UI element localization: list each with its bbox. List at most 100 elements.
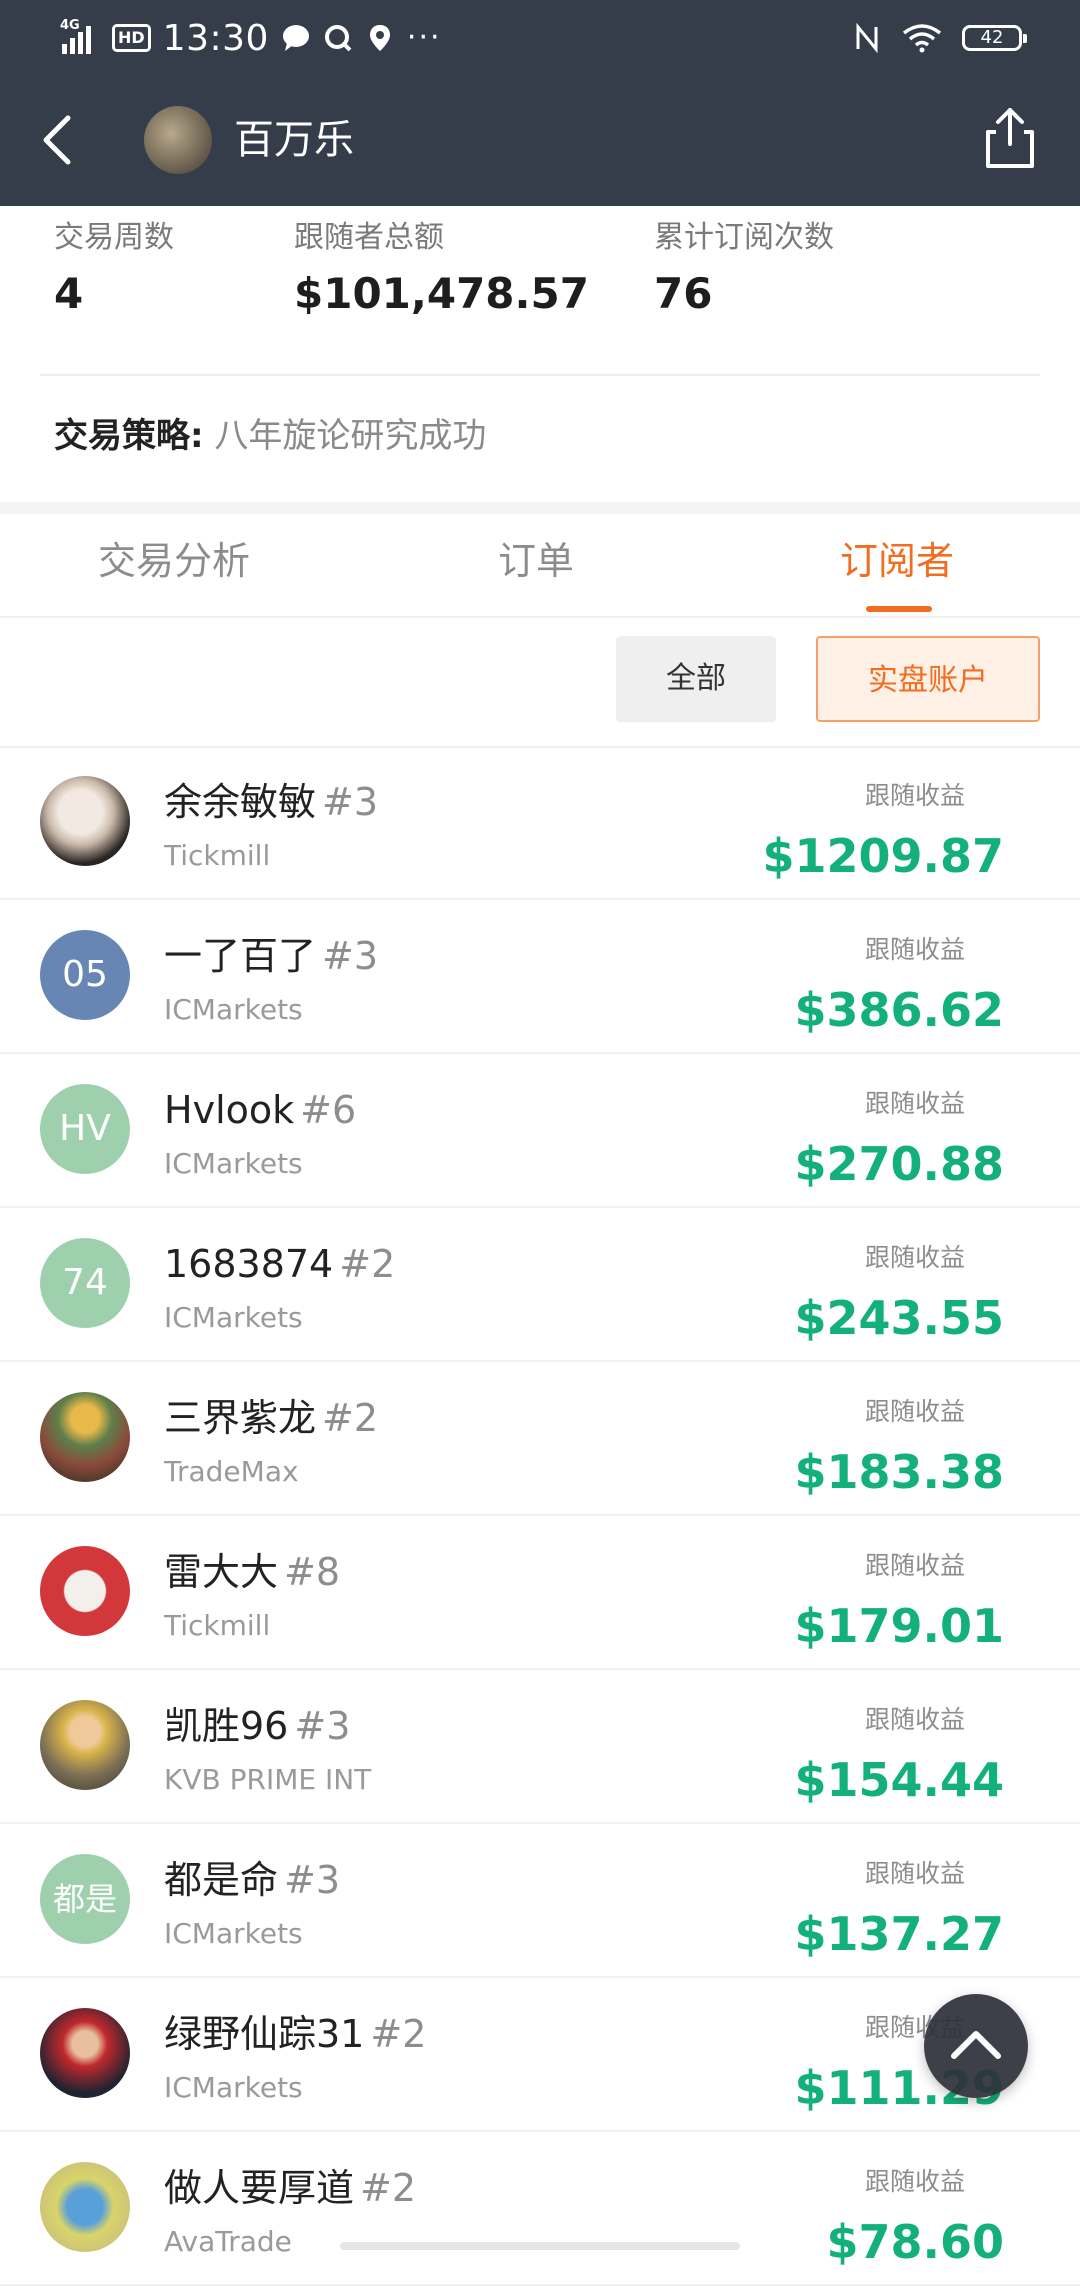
rank-text: #6: [300, 1088, 357, 1132]
rank-text: #3: [294, 1704, 351, 1748]
chat-bubble-icon: [282, 25, 309, 51]
list-item[interactable]: 做人要厚道 #2 AvaTrade 跟随收益 $78.60: [0, 2132, 1080, 2286]
broker-name: TradeMax: [164, 1455, 299, 1488]
profit-label: 跟随收益: [864, 2167, 965, 2196]
rank-text: #8: [284, 1550, 341, 1594]
profit-label: 跟随收益: [864, 935, 965, 964]
avatar: [40, 1700, 130, 1790]
avatar: [40, 2008, 130, 2098]
tab-trade-analysis[interactable]: 交易分析: [98, 534, 250, 588]
name-text: 凯胜96: [164, 1704, 289, 1748]
list-item[interactable]: HV Hvlook #6 ICMarkets 跟随收益 $270.88: [0, 1054, 1080, 1208]
profit-value: $243.55: [794, 1291, 1004, 1345]
header: 4G HD 13:30 ··· 42 百万乐: [0, 0, 1080, 206]
list-item[interactable]: 三界紫龙 #2 TradeMax 跟随收益 $183.38: [0, 1362, 1080, 1516]
stat-follower-total: 跟随者总额 $101,478.57: [294, 216, 589, 324]
list-item[interactable]: 05 一了百了 #3 ICMarkets 跟随收益 $386.62: [0, 900, 1080, 1054]
name-text: 雷大大: [164, 1550, 279, 1594]
tab-orders[interactable]: 订单: [498, 534, 574, 588]
page-title: 百万乐: [234, 117, 354, 163]
list-item[interactable]: 雷大大 #8 Tickmill 跟随收益 $179.01: [0, 1516, 1080, 1670]
list-item[interactable]: 都是 都是命 #3 ICMarkets 跟随收益 $137.27: [0, 1824, 1080, 1978]
avatar: [40, 1392, 130, 1482]
profit-value: $179.01: [794, 1599, 1004, 1653]
signal-icon: 4G: [60, 18, 100, 56]
profit-label: 跟随收益: [864, 1243, 965, 1272]
name-text: 绿野仙踪31: [164, 2012, 365, 2056]
stat-trading-weeks: 交易周数 4: [54, 216, 174, 324]
profit-label: 跟随收益: [864, 1705, 965, 1734]
subscriber-name: 三界紫龙 #2: [164, 1392, 378, 1444]
subscriber-name: Hvlook #6: [164, 1084, 356, 1136]
avatar: 05: [40, 930, 130, 1020]
wifi-icon: [902, 24, 942, 53]
name-text: 三界紫龙: [164, 1396, 317, 1440]
list-item[interactable]: 74 1683874 #2 ICMarkets 跟随收益 $243.55: [0, 1208, 1080, 1362]
name-text: 都是命: [164, 1858, 279, 1902]
list-item[interactable]: 余余敏敏 #3 Tickmill 跟随收益 $1209.87: [0, 746, 1080, 900]
section-gap: [0, 502, 1080, 514]
profit-value: $386.62: [794, 983, 1004, 1037]
trading-strategy: 交易策略: 八年旋论研究成功: [54, 406, 486, 466]
broker-name: Tickmill: [164, 1609, 271, 1642]
broker-name: ICMarkets: [164, 1917, 303, 1950]
stat-label: 跟随者总额: [294, 220, 444, 255]
profit-label: 跟随收益: [864, 781, 965, 810]
rank-text: #3: [322, 934, 379, 978]
network-type: 4G: [60, 18, 80, 33]
name-text: 做人要厚道: [164, 2166, 355, 2210]
broker-name: Tickmill: [164, 839, 271, 872]
profit-label: 跟随收益: [864, 1859, 965, 1888]
active-tab-indicator: [866, 606, 932, 612]
avatar: HV: [40, 1084, 130, 1174]
profit-value: $154.44: [794, 1753, 1004, 1807]
name-text: 一了百了: [164, 934, 317, 978]
rank-text: #2: [360, 2166, 417, 2210]
nav-bar: 百万乐: [0, 74, 1080, 206]
trader-avatar[interactable]: [144, 106, 212, 174]
tab-bar: 交易分析 订单 订阅者: [0, 514, 1080, 618]
tab-subscribers[interactable]: 订阅者: [840, 534, 954, 588]
profit-value: $270.88: [794, 1137, 1004, 1191]
subscriber-name: 1683874 #2: [164, 1238, 395, 1290]
back-arrow-icon[interactable]: [36, 112, 80, 168]
profit-value: $137.27: [794, 1907, 1004, 1961]
broker-name: ICMarkets: [164, 1147, 303, 1180]
more-status-icon: ···: [406, 20, 442, 55]
subscriber-name: 凯胜96 #3: [164, 1700, 350, 1752]
filter-live-account-button[interactable]: 实盘账户: [816, 636, 1040, 722]
avatar: 74: [40, 1238, 130, 1328]
location-pin-icon: [369, 25, 390, 51]
chevron-up-icon: [951, 2031, 1001, 2059]
stat-subscription-count: 累计订阅次数 76: [654, 216, 834, 324]
search-app-icon: [324, 25, 352, 52]
stats-panel: 交易周数 4 跟随者总额 $101,478.57 累计订阅次数 76: [0, 206, 1080, 376]
subscriber-name: 做人要厚道 #2: [164, 2162, 416, 2214]
divider: [40, 374, 1040, 376]
subscriber-name: 都是命 #3: [164, 1854, 340, 1906]
battery-icon: 42: [962, 25, 1027, 51]
broker-name: ICMarkets: [164, 2071, 303, 2104]
avatar: [40, 2162, 130, 2252]
subscriber-name: 绿野仙踪31 #2: [164, 2008, 426, 2060]
strategy-label: 交易策略:: [54, 416, 204, 456]
rank-text: #2: [370, 2012, 427, 2056]
list-item[interactable]: 绿野仙踪31 #2 ICMarkets 跟随收益 $111.29: [0, 1978, 1080, 2132]
share-icon[interactable]: [982, 106, 1038, 170]
nfc-icon: [856, 23, 878, 53]
broker-name: ICMarkets: [164, 993, 303, 1026]
clock: 13:30: [162, 17, 269, 59]
stat-label: 交易周数: [54, 220, 174, 255]
stat-label: 累计订阅次数: [654, 220, 834, 255]
stat-value: 4: [54, 269, 84, 318]
broker-name: ICMarkets: [164, 1301, 303, 1334]
filter-all-button[interactable]: 全部: [616, 636, 776, 722]
profit-label: 跟随收益: [864, 1089, 965, 1118]
list-item[interactable]: 凯胜96 #3 KVB PRIME INT 跟随收益 $154.44: [0, 1670, 1080, 1824]
profit-label: 跟随收益: [864, 1397, 965, 1426]
scroll-to-top-button[interactable]: [924, 1994, 1028, 2098]
rank-text: #3: [284, 1858, 341, 1902]
stat-value: $101,478.57: [294, 269, 589, 318]
avatar: [40, 776, 130, 866]
rank-text: #2: [322, 1396, 379, 1440]
